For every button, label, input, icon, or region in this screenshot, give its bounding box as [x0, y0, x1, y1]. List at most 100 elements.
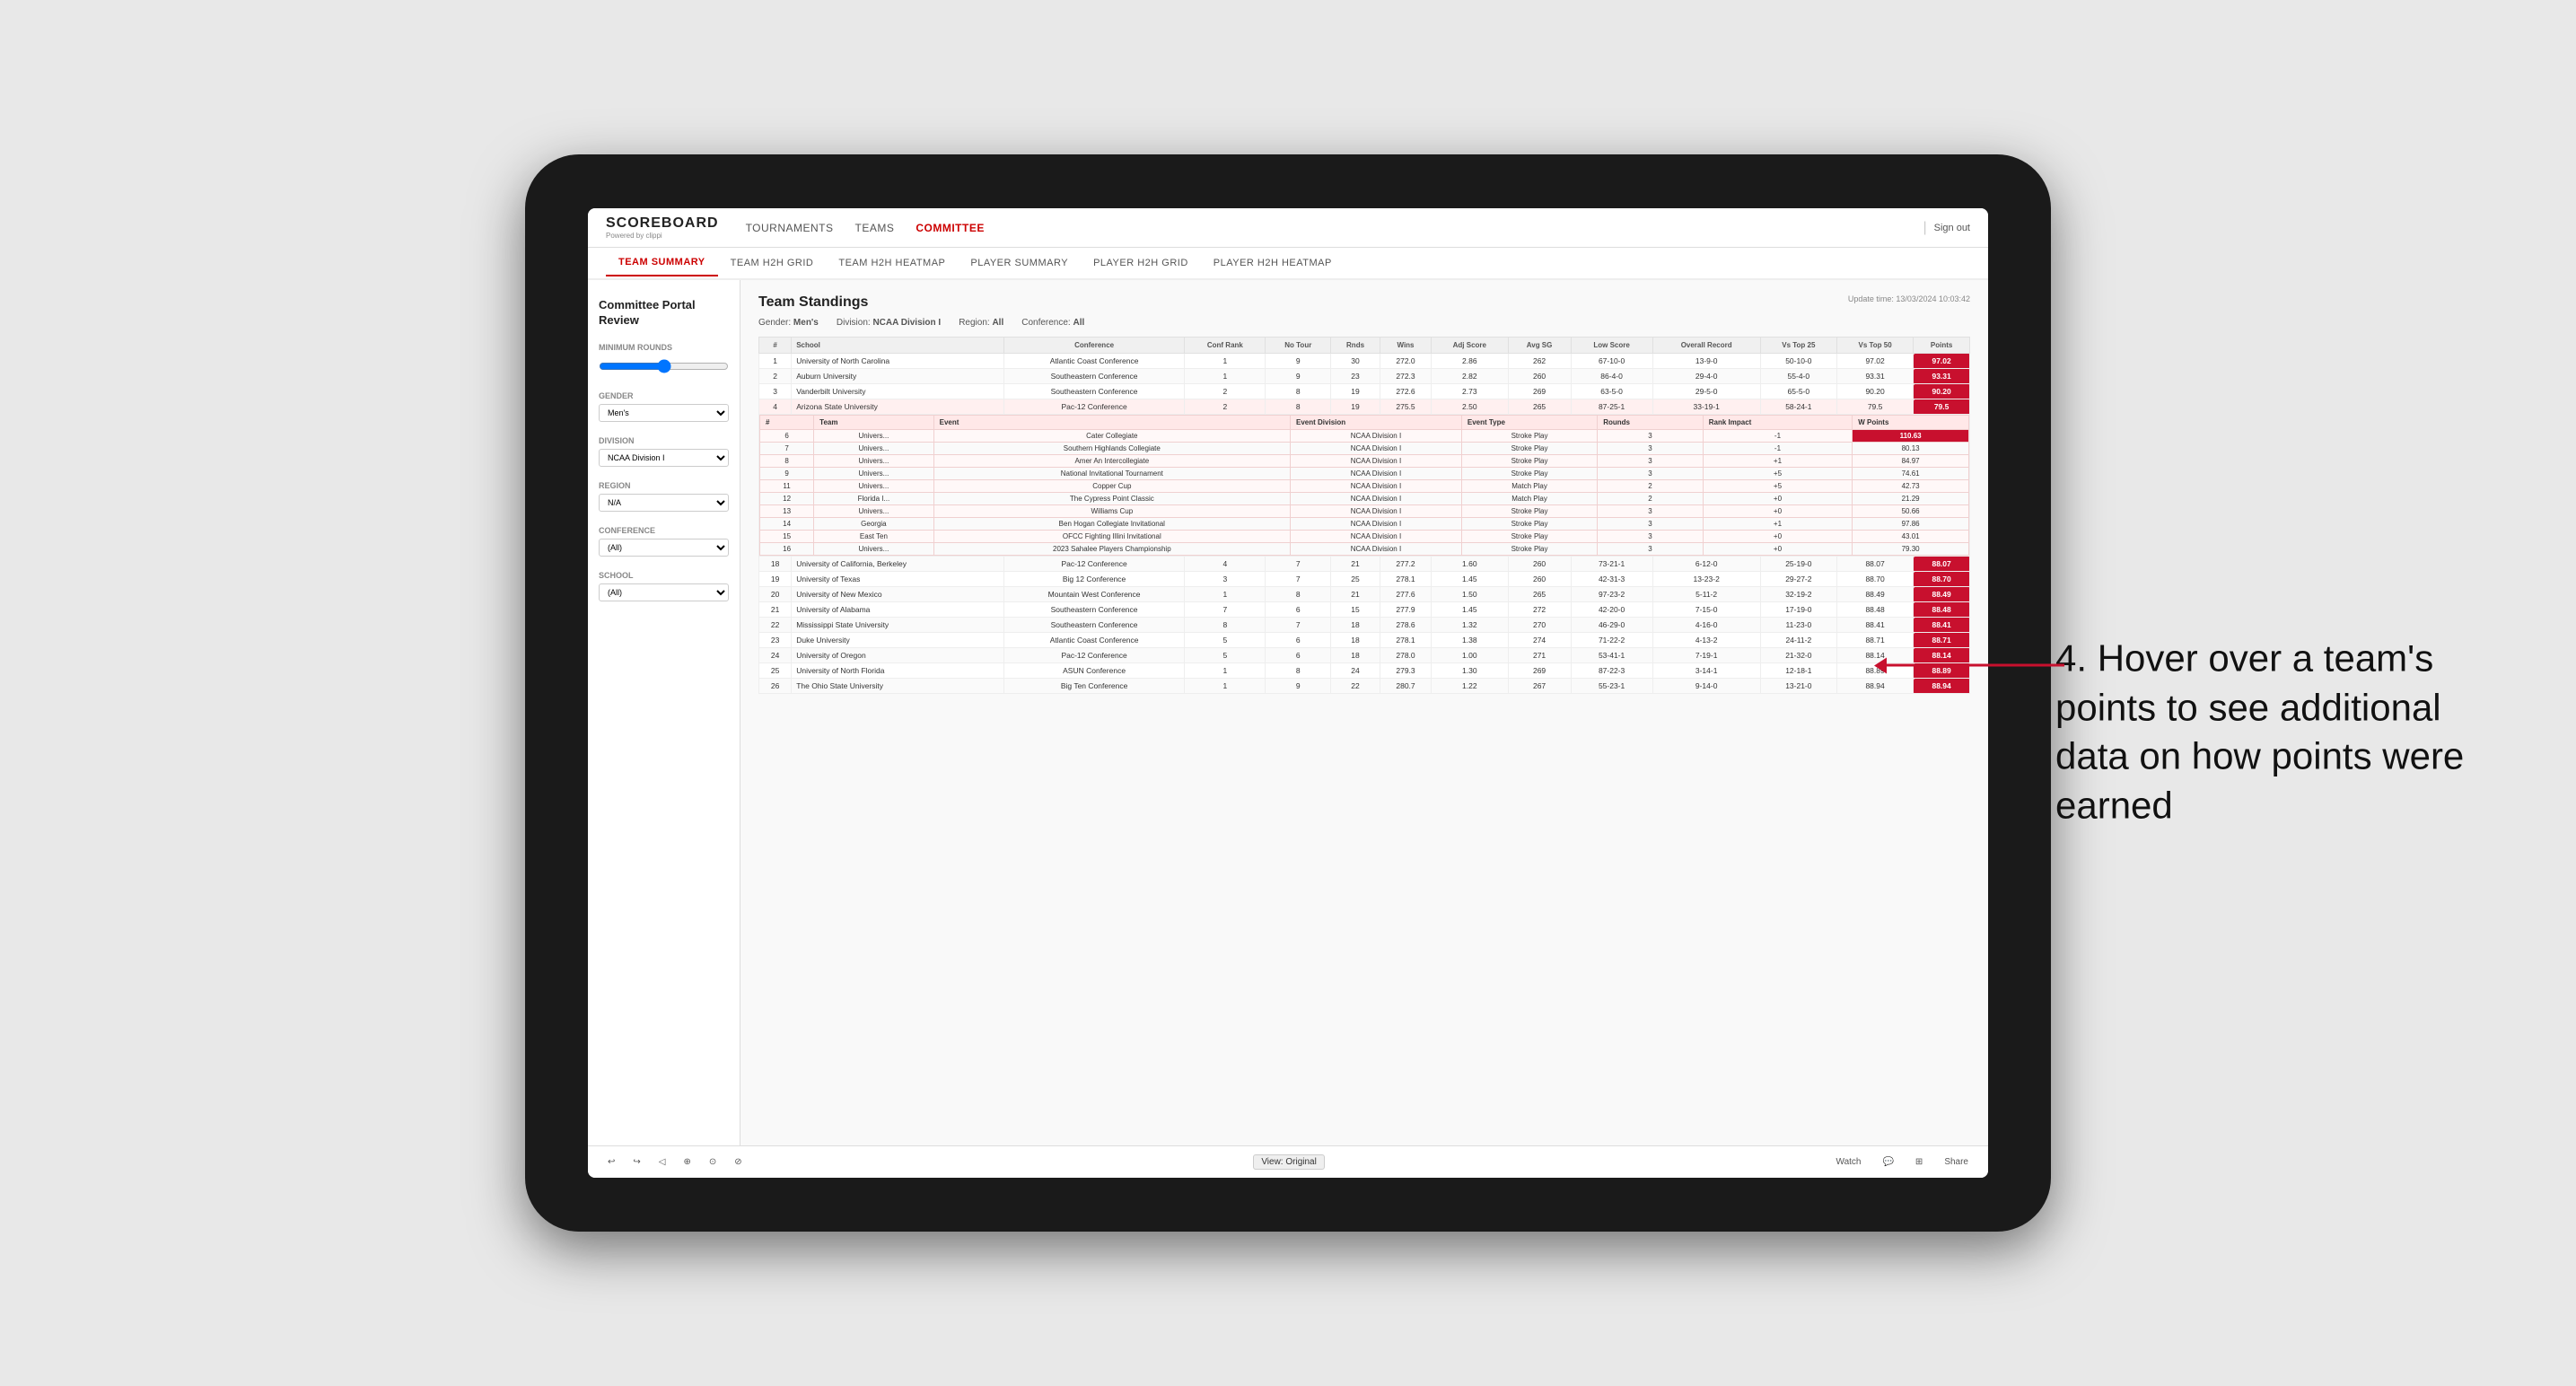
app-logo: SCOREBOARD: [606, 215, 719, 232]
table-row[interactable]: 26 The Ohio State University Big Ten Con…: [759, 679, 1970, 694]
table-row[interactable]: 18 University of California, Berkeley Pa…: [759, 557, 1970, 572]
conference-label: Conference: [599, 526, 729, 535]
wins-cell: 275.5: [1380, 399, 1431, 415]
table-row[interactable]: 23 Duke University Atlantic Coast Confer…: [759, 633, 1970, 648]
clock-button[interactable]: ⊘: [729, 1155, 747, 1169]
rnds-cell: 30: [1331, 354, 1380, 369]
table-row[interactable]: 19 University of Texas Big 12 Conference…: [759, 572, 1970, 587]
school-select[interactable]: (All): [599, 583, 729, 601]
points-cell[interactable]: 97.02: [1914, 354, 1970, 369]
points-cell[interactable]: 90.20: [1914, 384, 1970, 399]
settings-button[interactable]: ⊙: [704, 1155, 722, 1169]
vs-top50-cell: 90.20: [1836, 384, 1913, 399]
division-section: Division NCAA Division I NCAA Division I…: [599, 436, 729, 467]
share-button[interactable]: Share: [1939, 1155, 1974, 1169]
division-select[interactable]: NCAA Division I NCAA Division II: [599, 449, 729, 467]
conference-filter: Conference: All: [1021, 318, 1084, 328]
table-row[interactable]: 2 Auburn University Southeastern Confere…: [759, 369, 1970, 384]
inner-table-row[interactable]: 11Univers...Copper CupNCAA Division IMat…: [760, 480, 1969, 493]
table-row[interactable]: 24 University of Oregon Pac-12 Conferenc…: [759, 648, 1970, 663]
conference-cell: Pac-12 Conference: [1003, 399, 1184, 415]
min-rounds-slider[interactable]: [599, 359, 729, 373]
col-low-score: Low Score: [1571, 338, 1652, 354]
undo-button[interactable]: ↩: [602, 1155, 620, 1169]
table-row[interactable]: 25 University of North Florida ASUN Conf…: [759, 663, 1970, 679]
nav-committee[interactable]: COMMITTEE: [916, 218, 985, 238]
redo-button[interactable]: ↪: [627, 1155, 645, 1169]
points-cell[interactable]: 88.94: [1914, 679, 1970, 694]
inner-table-row[interactable]: 15East TenOFCC Fighting Illini Invitatio…: [760, 531, 1969, 543]
col-rank: #: [759, 338, 792, 354]
wins-cell: 272.6: [1380, 384, 1431, 399]
watch-button[interactable]: Watch: [1831, 1155, 1867, 1169]
comment-button[interactable]: 💬: [1877, 1155, 1898, 1169]
inner-table-row[interactable]: 16Univers...2023 Sahalee Players Champio…: [760, 543, 1969, 556]
points-cell[interactable]: 88.14: [1914, 648, 1970, 663]
annotation-text: 4. Hover over a team's points to see add…: [2055, 634, 2504, 829]
no-tour-cell: 9: [1266, 369, 1331, 384]
col-vs-top25: Vs Top 25: [1760, 338, 1836, 354]
col-rnds: Rnds: [1331, 338, 1380, 354]
adj-score-cell: 2.50: [1432, 399, 1509, 415]
table-row[interactable]: 1 University of North Carolina Atlantic …: [759, 354, 1970, 369]
filter-row: Gender: Men's Division: NCAA Division I …: [758, 318, 1970, 328]
nav-teams[interactable]: TEAMS: [855, 218, 895, 238]
points-cell[interactable]: 88.49: [1914, 587, 1970, 602]
col-adj-score: Adj Score: [1432, 338, 1509, 354]
inner-table-row[interactable]: 12Florida I...The Cypress Point ClassicN…: [760, 493, 1969, 505]
tab-player-summary[interactable]: PLAYER SUMMARY: [958, 250, 1081, 276]
table-row[interactable]: 20 University of New Mexico Mountain Wes…: [759, 587, 1970, 602]
inner-table-row[interactable]: 8Univers...Amer An IntercollegiateNCAA D…: [760, 455, 1969, 468]
nav-tournaments[interactable]: TOURNAMENTS: [746, 218, 834, 238]
table-row[interactable]: 4 Arizona State University Pac-12 Confer…: [759, 399, 1970, 415]
vs-top50-cell: 93.31: [1836, 369, 1913, 384]
layout-button[interactable]: ⊞: [1910, 1155, 1928, 1169]
inner-col-w-points: W Points: [1853, 416, 1969, 430]
tab-team-summary[interactable]: TEAM SUMMARY: [606, 250, 718, 276]
table-row[interactable]: 21 University of Alabama Southeastern Co…: [759, 602, 1970, 618]
inner-division: NCAA Division I: [1291, 430, 1462, 443]
points-cell[interactable]: 88.70: [1914, 572, 1970, 587]
points-cell[interactable]: 88.71: [1914, 633, 1970, 648]
table-row[interactable]: 22 Mississippi State University Southeas…: [759, 618, 1970, 633]
back-button[interactable]: ◁: [653, 1155, 671, 1169]
col-overall: Overall Record: [1652, 338, 1760, 354]
conference-select[interactable]: (All): [599, 539, 729, 557]
gender-select[interactable]: Men's Women's: [599, 404, 729, 422]
app-logo-sub: Powered by clippi: [606, 232, 719, 240]
table-row[interactable]: 3 Vanderbilt University Southeastern Con…: [759, 384, 1970, 399]
standings-table: # School Conference Conf Rank No Tour Rn…: [758, 337, 1970, 694]
points-cell[interactable]: 93.31: [1914, 369, 1970, 384]
no-tour-cell: 9: [1266, 354, 1331, 369]
division-filter: Division: NCAA Division I: [837, 318, 941, 328]
inner-table-row[interactable]: 9Univers...National Invitational Tournam…: [760, 468, 1969, 480]
top-navigation: SCOREBOARD Powered by clippi TOURNAMENTS…: [588, 208, 1988, 248]
tab-player-h2h-grid[interactable]: PLAYER H2H GRID: [1081, 250, 1201, 276]
copy-button[interactable]: ⊕: [678, 1155, 696, 1169]
no-tour-cell: 8: [1266, 399, 1331, 415]
inner-col-rounds: Rounds: [1598, 416, 1704, 430]
region-label: Region: [599, 481, 729, 490]
school-cell: University of North Carolina: [792, 354, 1004, 369]
region-filter: Region: All: [959, 318, 1003, 328]
inner-col-team: Team: [814, 416, 933, 430]
tab-team-h2h-grid[interactable]: TEAM H2H GRID: [718, 250, 827, 276]
points-cell[interactable]: 88.48: [1914, 602, 1970, 618]
school-cell: Auburn University: [792, 369, 1004, 384]
tab-player-h2h-heatmap[interactable]: PLAYER H2H HEATMAP: [1201, 250, 1345, 276]
tab-team-h2h-heatmap[interactable]: TEAM H2H HEATMAP: [826, 250, 958, 276]
region-select[interactable]: N/A: [599, 494, 729, 512]
points-cell[interactable]: 88.89: [1914, 663, 1970, 679]
points-cell[interactable]: 88.07: [1914, 557, 1970, 572]
points-cell[interactable]: 88.41: [1914, 618, 1970, 633]
sign-out-button[interactable]: Sign out: [1934, 223, 1970, 233]
division-label: Division: [599, 436, 729, 445]
nav-links: TOURNAMENTS TEAMS COMMITTEE: [746, 218, 1923, 238]
inner-table-row[interactable]: 14GeorgiaBen Hogan Collegiate Invitation…: [760, 518, 1969, 531]
col-wins: Wins: [1380, 338, 1431, 354]
inner-table-row[interactable]: 13Univers...Williams CupNCAA Division IS…: [760, 505, 1969, 518]
inner-table-row[interactable]: 6 Univers... Cater Collegiate NCAA Divis…: [760, 430, 1969, 443]
view-original-button[interactable]: View: Original: [1253, 1154, 1325, 1170]
inner-table-row[interactable]: 7Univers...Southern Highlands Collegiate…: [760, 443, 1969, 455]
points-cell[interactable]: 79.5: [1914, 399, 1970, 415]
